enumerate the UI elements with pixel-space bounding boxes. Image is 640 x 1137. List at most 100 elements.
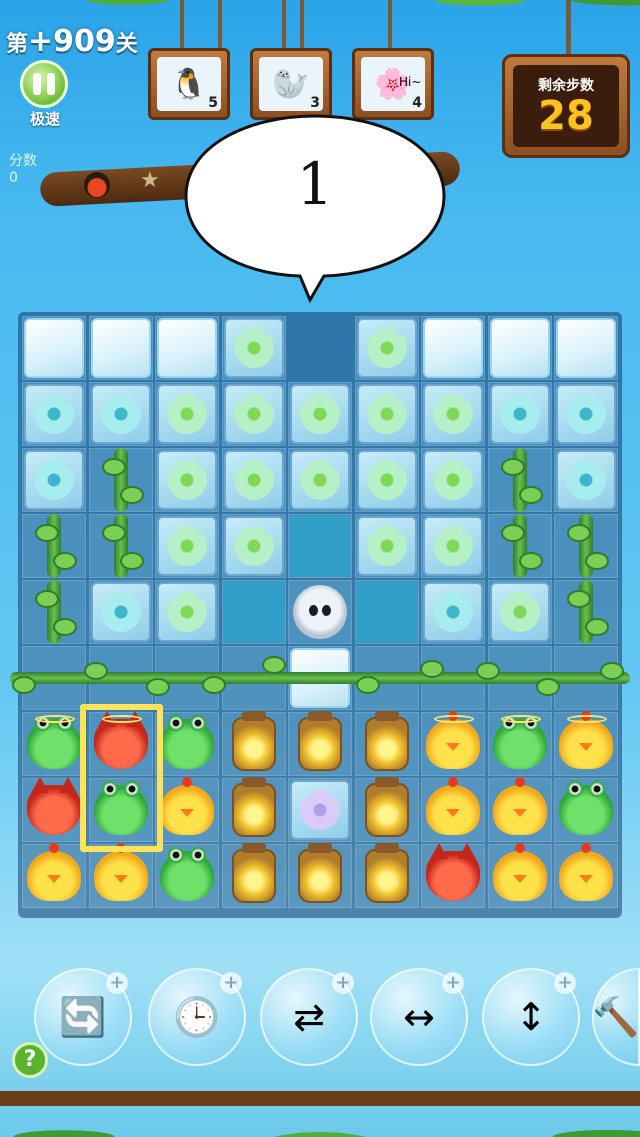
board-cell[interactable] bbox=[22, 316, 86, 380]
board-cell[interactable] bbox=[421, 514, 485, 578]
fox-piece-icon bbox=[27, 777, 81, 835]
booster-horizontal-rocket[interactable]: ↔ + bbox=[370, 968, 468, 1066]
firefly-jar-icon bbox=[298, 711, 342, 771]
board-cell[interactable] bbox=[221, 580, 286, 644]
board-cell[interactable] bbox=[88, 580, 153, 644]
chick-piece-icon bbox=[93, 843, 148, 901]
board-cell[interactable] bbox=[221, 711, 286, 776]
board-cell[interactable] bbox=[88, 448, 153, 512]
board-cell[interactable] bbox=[22, 777, 86, 842]
board-cell[interactable] bbox=[554, 580, 618, 644]
board-cell[interactable] bbox=[221, 514, 286, 578]
board-cell[interactable] bbox=[354, 316, 419, 380]
board-cell[interactable] bbox=[22, 382, 86, 446]
chick-piece-icon bbox=[160, 777, 214, 835]
booster-shuffle[interactable]: 🔄 + bbox=[34, 968, 132, 1066]
board-cell[interactable] bbox=[155, 712, 219, 776]
plus-icon[interactable]: + bbox=[554, 972, 576, 994]
rope bbox=[566, 0, 571, 58]
board-cell[interactable] bbox=[421, 711, 485, 776]
flower-tile bbox=[223, 384, 284, 444]
booster-vertical-rocket[interactable]: ↕ + bbox=[482, 968, 580, 1066]
board-cell[interactable] bbox=[421, 843, 485, 908]
board-cell[interactable] bbox=[554, 514, 618, 578]
board-cell[interactable] bbox=[554, 778, 618, 842]
board-cell[interactable] bbox=[221, 843, 286, 908]
vine-leaf bbox=[476, 662, 500, 680]
board-cell[interactable] bbox=[288, 778, 352, 842]
board-cell[interactable] bbox=[88, 843, 153, 908]
score-label: 分数 bbox=[9, 153, 37, 169]
board-cell[interactable] bbox=[155, 844, 219, 908]
flower-icon bbox=[100, 592, 141, 632]
star-icon: ★ bbox=[140, 168, 160, 193]
board-cell[interactable] bbox=[22, 843, 86, 908]
board-cell[interactable] bbox=[288, 448, 352, 512]
board-cell[interactable] bbox=[421, 316, 485, 380]
flower-icon bbox=[100, 394, 141, 434]
pause-button[interactable] bbox=[20, 60, 68, 108]
board-cell[interactable] bbox=[22, 580, 86, 644]
board-cell[interactable] bbox=[354, 514, 419, 578]
board-cell[interactable] bbox=[88, 382, 153, 446]
board-cell[interactable] bbox=[22, 448, 86, 512]
board-cell[interactable] bbox=[354, 382, 419, 446]
board-cell[interactable] bbox=[288, 382, 352, 446]
vine-leaf bbox=[600, 662, 624, 680]
board-cell[interactable] bbox=[288, 843, 352, 908]
board-cell[interactable] bbox=[155, 777, 219, 842]
board-cell[interactable] bbox=[155, 382, 219, 446]
shuffle-board-icon: 🔄 bbox=[59, 994, 107, 1039]
board-cell[interactable] bbox=[22, 712, 86, 776]
board-cell[interactable] bbox=[554, 711, 618, 776]
board-cell[interactable] bbox=[288, 711, 352, 776]
board-cell[interactable] bbox=[354, 448, 419, 512]
board-cell[interactable] bbox=[421, 777, 485, 842]
board-cell[interactable] bbox=[487, 316, 552, 380]
booster-hammer[interactable]: 🔨 bbox=[592, 968, 640, 1066]
board-cell[interactable] bbox=[487, 382, 552, 446]
board-cell[interactable] bbox=[221, 382, 286, 446]
board-cell[interactable] bbox=[554, 448, 618, 512]
board-cell[interactable] bbox=[221, 316, 286, 380]
board-cell[interactable] bbox=[155, 448, 219, 512]
plus-icon[interactable]: + bbox=[220, 972, 242, 994]
board-cell[interactable] bbox=[354, 843, 419, 908]
board-cell[interactable] bbox=[221, 448, 286, 512]
rope bbox=[218, 0, 222, 50]
flower-icon bbox=[167, 460, 207, 500]
board-cell[interactable] bbox=[421, 382, 485, 446]
board-cell[interactable] bbox=[354, 711, 419, 776]
board-cell[interactable] bbox=[487, 448, 552, 512]
board-cell[interactable] bbox=[487, 712, 552, 776]
board-cell[interactable] bbox=[554, 843, 618, 908]
board-cell[interactable] bbox=[88, 514, 153, 578]
board-cell[interactable] bbox=[487, 777, 552, 842]
board-cell[interactable] bbox=[554, 382, 618, 446]
board-cell[interactable] bbox=[155, 580, 219, 644]
board-cell[interactable] bbox=[288, 580, 352, 644]
plus-icon[interactable]: + bbox=[106, 972, 128, 994]
board-cell[interactable] bbox=[487, 514, 552, 578]
horizontal-rocket-icon: ↔ bbox=[403, 995, 435, 1039]
board-cell[interactable] bbox=[88, 316, 153, 380]
board-cell[interactable] bbox=[554, 316, 618, 380]
board-cell[interactable] bbox=[354, 777, 419, 842]
board-cell[interactable] bbox=[221, 777, 286, 842]
flower-icon bbox=[300, 394, 340, 434]
board-cell[interactable] bbox=[421, 580, 485, 644]
plus-icon[interactable]: + bbox=[332, 972, 354, 994]
rope bbox=[300, 0, 304, 50]
board-cell[interactable] bbox=[421, 448, 485, 512]
board-cell[interactable] bbox=[288, 514, 352, 578]
board-cell[interactable] bbox=[155, 316, 219, 380]
booster-clock[interactable]: 🕒 + bbox=[148, 968, 246, 1066]
help-button[interactable]: ? bbox=[12, 1042, 48, 1078]
board-cell[interactable] bbox=[487, 843, 552, 908]
board-cell[interactable] bbox=[487, 580, 552, 644]
board-cell[interactable] bbox=[155, 514, 219, 578]
board-cell[interactable] bbox=[354, 580, 419, 644]
board-cell[interactable] bbox=[22, 514, 86, 578]
booster-swap[interactable]: ⇄ + bbox=[260, 968, 358, 1066]
plus-icon[interactable]: + bbox=[442, 972, 464, 994]
